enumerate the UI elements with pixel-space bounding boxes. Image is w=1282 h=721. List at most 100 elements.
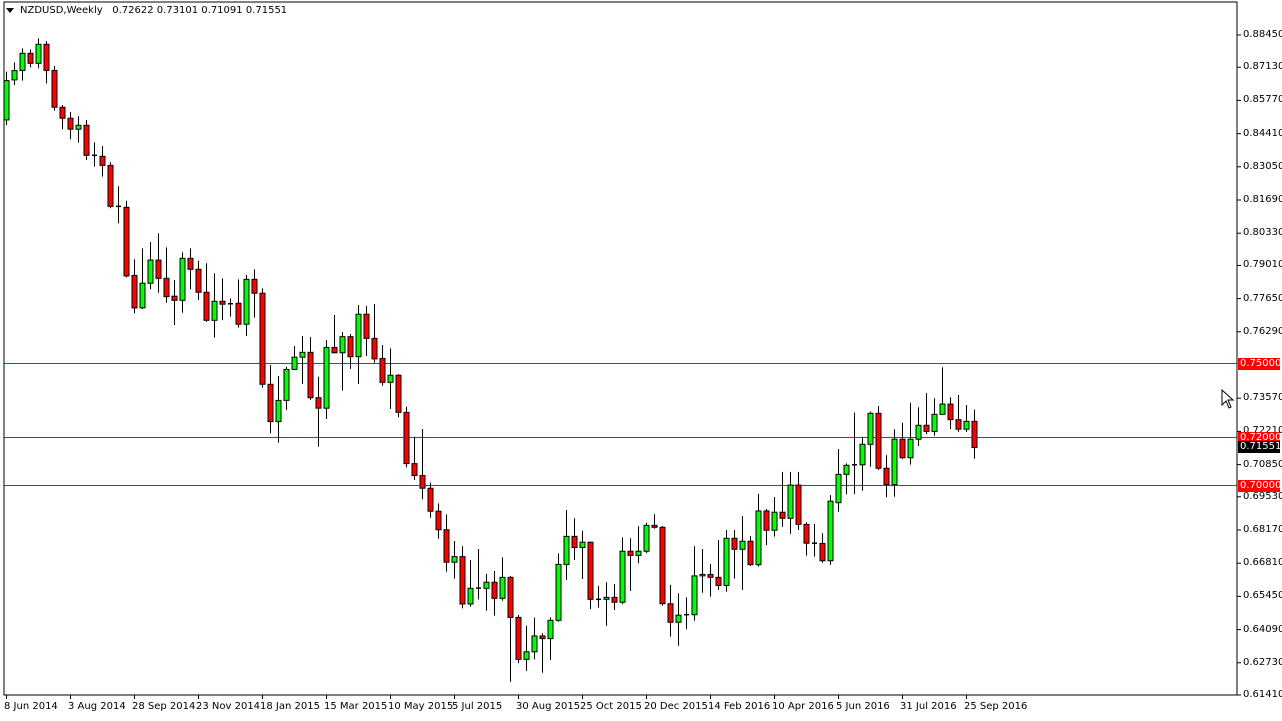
candle-body [571, 535, 578, 549]
price-tick-label: 0.65450 [1243, 590, 1282, 602]
price-tick-label: 0.76290 [1243, 325, 1282, 337]
candle-body [691, 575, 698, 616]
candle-body [179, 257, 186, 301]
candle-body [627, 550, 634, 556]
candle [515, 614, 522, 664]
candle-body [675, 614, 682, 623]
candle-body [523, 651, 530, 660]
candle-body [723, 537, 730, 586]
price-tick-label: 0.85770 [1243, 94, 1282, 106]
candle-body [3, 80, 10, 121]
candle [403, 406, 410, 468]
price-tick-label: 0.83050 [1243, 160, 1282, 172]
time-tick-label: 23 Nov 2014 [196, 701, 261, 712]
price-tick-label: 0.73570 [1243, 392, 1282, 404]
candle-body [275, 399, 282, 423]
candle [659, 525, 666, 606]
candle-body [283, 368, 290, 401]
candle-body [299, 351, 306, 358]
time-tick-label: 30 Aug 2015 [516, 701, 581, 712]
candle-body [971, 420, 978, 448]
candle [395, 374, 402, 418]
time-tick-label: 5 Jul 2015 [452, 701, 503, 712]
price-tick-label: 0.66810 [1243, 557, 1282, 569]
time-tick-label: 20 Dec 2015 [644, 701, 708, 712]
candle-body [75, 124, 82, 130]
candle-body [483, 581, 490, 589]
candle-body [259, 292, 266, 385]
time-tick-label: 8 Jun 2014 [4, 701, 58, 712]
candle [259, 288, 266, 388]
candle-body [499, 576, 506, 599]
candle-body [347, 336, 354, 358]
candle-body [795, 484, 802, 525]
dropdown-triangle-icon[interactable] [6, 8, 14, 13]
candle-body [187, 257, 194, 270]
candle-body [307, 351, 314, 399]
candle-body [819, 542, 826, 562]
candle-body [635, 550, 642, 556]
candle-body [395, 374, 402, 413]
candle-body [835, 473, 842, 504]
candle-body [563, 535, 570, 565]
candle-body [699, 573, 706, 577]
candle [723, 530, 730, 592]
candle-body [19, 52, 26, 71]
candle-body [611, 596, 618, 603]
candle-body [843, 464, 850, 475]
candle-body [923, 424, 930, 432]
candle-body [555, 563, 562, 621]
candle [827, 495, 834, 565]
candle-body [931, 413, 938, 432]
candle-body [267, 383, 274, 423]
candle-body [355, 313, 362, 358]
level-price-badge: 0.70000 [1238, 479, 1282, 492]
price-tick-label: 0.84410 [1243, 127, 1282, 139]
candle-body [323, 346, 330, 409]
candlestick-chart [0, 0, 1282, 721]
candle [123, 200, 130, 278]
time-tick-label: 25 Sep 2016 [964, 701, 1028, 712]
candle-body [891, 438, 898, 486]
candle [83, 119, 90, 160]
candle-body [51, 69, 58, 108]
candle-body [243, 278, 250, 325]
candle-body [11, 70, 18, 81]
candle-body [371, 337, 378, 360]
candle [587, 541, 594, 610]
time-tick-label: 18 Jan 2015 [260, 701, 320, 712]
time-tick-label: 28 Sep 2014 [132, 701, 196, 712]
candle-body [67, 117, 74, 130]
candle-body [531, 635, 538, 653]
candle-body [27, 52, 34, 64]
candle-body [715, 576, 722, 586]
candle-body [955, 419, 962, 430]
time-tick-label: 25 Oct 2015 [580, 701, 642, 712]
time-tick-label: 15 Mar 2015 [324, 701, 388, 712]
candle-body [251, 278, 258, 294]
candle [323, 340, 330, 419]
candle-body [123, 206, 130, 277]
candle-body [899, 438, 906, 459]
candle-body [875, 412, 882, 469]
price-tick-label: 0.70850 [1243, 458, 1282, 470]
ohlc-readout: 0.72622 0.73101 0.71091 0.71551 [112, 5, 288, 16]
candle-body [467, 587, 474, 605]
price-tick-label: 0.68170 [1243, 524, 1282, 535]
candle-body [907, 438, 914, 459]
candle-body [211, 300, 218, 321]
candle-body [747, 540, 754, 566]
candle-body [131, 274, 138, 309]
candle-body [107, 164, 114, 207]
price-tick-label: 0.64090 [1243, 623, 1282, 635]
candle-body [339, 336, 346, 354]
candle-body [763, 510, 770, 531]
chart-background [0, 0, 1282, 721]
price-tick-label: 0.80330 [1243, 227, 1282, 239]
candle-body [787, 484, 794, 519]
candle-body [99, 155, 106, 166]
time-tick-label: 3 Aug 2014 [68, 701, 126, 712]
candle-body [451, 556, 458, 563]
candle-body [379, 357, 386, 383]
level-price-badge: 0.75000 [1238, 357, 1282, 370]
